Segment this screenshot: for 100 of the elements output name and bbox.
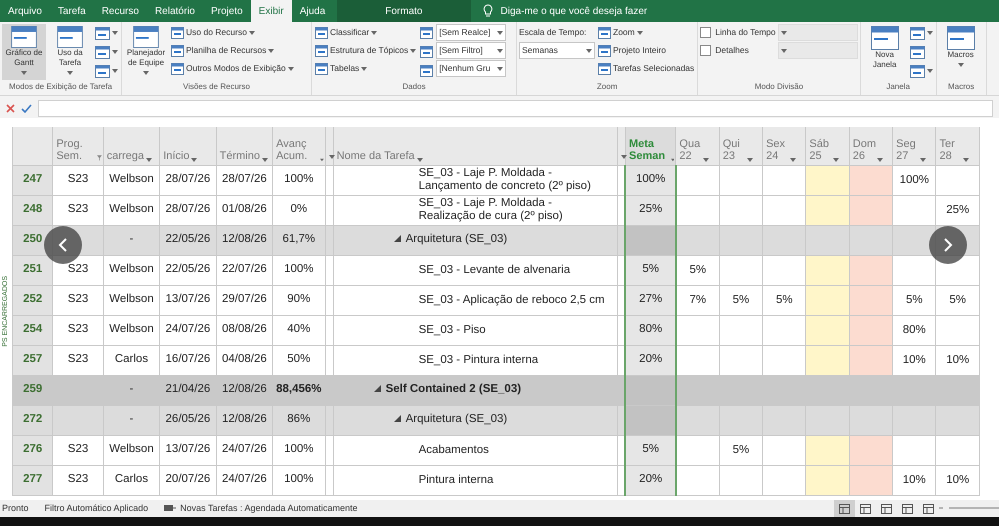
caret-icon	[920, 158, 926, 162]
view-icon	[902, 504, 913, 514]
window-icon	[598, 26, 611, 38]
table-cell: S23	[52, 465, 104, 495]
table-cell: 13/07/26	[160, 285, 216, 315]
ribbon-tab[interactable]: Arquivo	[0, 0, 50, 22]
view-button[interactable]	[908, 62, 934, 80]
ribbon-button[interactable]: Outros Modos de Exibição	[170, 60, 295, 77]
group-label: Zoom	[596, 81, 618, 93]
table-cell: 10%	[892, 345, 936, 375]
table-cell: Carlos	[103, 465, 160, 495]
column-header[interactable]: Nome da Tarefa	[336, 150, 415, 162]
caret-icon	[833, 158, 840, 162]
row-number: 251	[12, 255, 53, 285]
field-label: Escala de Tempo:	[519, 26, 588, 40]
table-cell: 10%	[892, 465, 936, 495]
collapse-icon[interactable]	[394, 415, 401, 424]
window-icon	[910, 26, 925, 40]
table-cell: 100%	[892, 165, 936, 195]
ribbon-button[interactable]: Classificar	[314, 24, 418, 41]
view-button[interactable]: Planejador de Equipe	[124, 24, 168, 80]
ribbon-tab[interactable]: Ajuda	[292, 0, 334, 22]
table-cell: 100%	[272, 165, 326, 195]
ribbon-button[interactable]: Zoom	[597, 24, 696, 41]
window-icon	[10, 26, 38, 48]
table-cell: -	[103, 375, 160, 405]
view-button[interactable]	[94, 43, 119, 61]
dropdown-field[interactable]: Semanas	[519, 42, 595, 59]
window-icon	[171, 26, 184, 38]
view-button[interactable]	[94, 62, 119, 80]
window-icon	[315, 26, 328, 38]
view-icon	[839, 504, 850, 514]
collapse-icon[interactable]	[374, 385, 381, 394]
table-cell: S23	[52, 165, 104, 195]
ribbon-tab[interactable]: Recurso	[94, 0, 147, 22]
ribbon-button[interactable]: Tarefas Selecionadas	[597, 60, 696, 77]
view-button[interactable]: Uso da Tarefa	[48, 24, 92, 80]
ribbon-button[interactable]: Estrutura de Tópicos	[314, 42, 418, 59]
table-cell: 10%	[936, 465, 980, 495]
group-label: Visões de Recurso	[182, 81, 251, 93]
window-icon	[870, 26, 899, 50]
view-shortcut-button[interactable]	[834, 500, 855, 517]
view-button[interactable]	[908, 24, 934, 42]
view-icon	[881, 504, 892, 514]
group-label: Macros	[947, 81, 976, 93]
caret-icon	[780, 48, 787, 52]
ribbon-tab[interactable]: Relatório	[146, 0, 203, 22]
dropdown-field[interactable]: [Sem Realce]	[436, 24, 506, 41]
contextual-tab[interactable]: Formato	[337, 0, 470, 22]
caret-icon	[497, 48, 504, 52]
table-cell: 5%	[936, 285, 980, 315]
table-cell: 5%	[892, 285, 936, 315]
ribbon-tab[interactable]: Tarefa	[50, 0, 94, 22]
dropdown-field[interactable]: [Sem Filtro]	[436, 42, 506, 59]
table-cell: 12/08/26	[216, 225, 273, 255]
dropdown-field[interactable]: [Nenhum Gru	[436, 60, 506, 77]
table-cell: 20%	[625, 345, 676, 375]
entry-field[interactable]	[38, 100, 993, 117]
row-number: 248	[12, 195, 53, 225]
table-cell: 13/07/26	[160, 435, 216, 465]
table-cell: 22/05/26	[160, 255, 216, 285]
check-icon	[21, 104, 32, 113]
task-name: Arquitetura (SE_03)	[406, 413, 508, 426]
ribbon-button[interactable]: Projeto Inteiro	[597, 42, 696, 59]
view-button[interactable]: Macros	[938, 24, 983, 80]
ribbon-tab[interactable]: Projeto	[202, 0, 251, 22]
ribbon-button[interactable]: Uso do Recurso	[170, 24, 295, 41]
checkbox[interactable]	[700, 27, 712, 38]
table-cell: 27%	[625, 285, 676, 315]
view-button[interactable]: Gráfico de Gantt	[2, 24, 46, 80]
table-cell: 0%	[272, 195, 326, 225]
table-cell: 28/07/26	[160, 165, 216, 195]
group-label: Dados	[401, 81, 427, 93]
window-icon	[946, 26, 975, 50]
table-cell: S23	[52, 435, 104, 465]
row-number: 252	[12, 285, 53, 315]
task-mode-icon	[164, 504, 176, 513]
caret-icon	[780, 30, 787, 34]
ribbon-button[interactable]: Tabelas	[314, 60, 418, 77]
ribbon-button[interactable]: Planilha de Recursos	[170, 42, 295, 59]
table-cell: 25%	[936, 195, 980, 225]
table-cell: 5%	[625, 435, 676, 465]
table-cell: S23	[52, 195, 104, 225]
table-cell: 80%	[625, 315, 676, 345]
task-name: Pintura interna	[418, 474, 494, 486]
collapse-icon[interactable]	[394, 235, 401, 244]
group-label: Modos de Exibição de Tarefa	[8, 81, 114, 93]
column-header[interactable]: Início	[163, 150, 190, 162]
table-cell: 88,456%	[272, 375, 326, 405]
tell-me-field[interactable]: Diga-me o que você deseja fazer	[498, 2, 758, 20]
task-name: SE_03 - Aplicação de reboco 2,5 cm	[418, 294, 606, 306]
ribbon-tab[interactable]: Exibir	[250, 0, 292, 22]
view-icon	[923, 504, 934, 514]
view-button[interactable]: Nova Janela	[862, 24, 907, 80]
checkbox[interactable]	[700, 45, 712, 56]
view-button[interactable]	[94, 24, 119, 42]
row-number: 272	[12, 405, 53, 435]
table-cell: 100%	[272, 465, 326, 495]
group-label: Janela	[885, 81, 911, 93]
table-cell: Welbson	[103, 165, 160, 195]
